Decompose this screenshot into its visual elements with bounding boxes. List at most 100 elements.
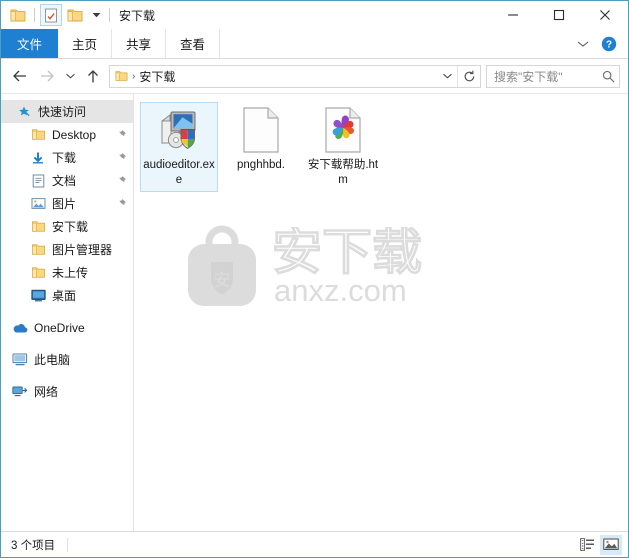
forward-button[interactable] [34,63,60,89]
search-icon [602,70,615,82]
window-title: 安下载 [119,8,156,23]
sidebar-item-documents[interactable]: 文档 [1,169,133,192]
sidebar-item-label: 桌面 [52,289,77,303]
pin-star-icon [15,105,33,119]
sidebar-item-quick-access[interactable]: 快速访问 [1,100,133,123]
details-view-icon[interactable] [576,535,598,555]
watermark-bag-icon: 安 [188,225,256,306]
tab-view[interactable]: 查看 [166,29,221,58]
sidebar-item-label: 文档 [52,174,77,188]
ribbon-tab-bar: 文件 主页 共享 查看 ? [1,29,628,59]
application-exe-icon [155,106,203,154]
title-divider [109,8,110,22]
blank-document-icon [237,106,285,154]
sidebar-item-desktop-en[interactable]: Desktop [1,123,133,146]
view-mode-buttons [576,534,622,555]
tab-file[interactable]: 文件 [1,29,59,58]
file-grid: audioeditor.exe pnghhbd. 安下载帮助.htm [134,94,628,192]
watermark-url-label: anxz.com [274,275,407,308]
item-count-label: 3 个项目 [11,539,56,552]
quick-access-toolbar [7,4,113,26]
breadcrumb-item-current[interactable]: 安下载 [139,68,175,85]
status-bar: 3 个项目 [1,531,628,557]
minimize-button[interactable] [490,1,536,29]
folder-icon [29,220,47,233]
sidebar-item-downloads[interactable]: 下载 [1,146,133,169]
sidebar-item-not-uploaded[interactable]: 未上传 [1,261,133,284]
file-item-help-htm[interactable]: 安下载帮助.htm [304,102,382,192]
pin-icon[interactable] [116,129,127,140]
tab-share[interactable]: 共享 [112,29,167,58]
documents-icon [29,174,47,188]
sidebar-item-label: 此电脑 [34,353,71,367]
file-item-audioeditor[interactable]: audioeditor.exe [140,102,218,192]
close-button[interactable] [582,1,628,29]
chevron-down-icon[interactable] [572,33,594,55]
sidebar-item-label: 下载 [52,151,77,165]
navigation-pane: 快速访问 Desktop 下载 文档 图片 安下载 图片管理器 未上传 桌面 O… [1,94,134,531]
back-button[interactable] [7,63,33,89]
ribbon-right-controls: ? [572,29,628,58]
pin-icon[interactable] [116,175,127,186]
html-document-icon [319,106,367,154]
sidebar-item-pictures[interactable]: 图片 [1,192,133,215]
breadcrumb-folder-icon [115,71,128,81]
folder-icon [29,243,47,256]
sidebar-item-desktop-cn[interactable]: 桌面 [1,284,133,307]
file-explorer-window: 安下载 文件 主页 共享 查看 ? › 安下载 搜索"安下载" 快速访问 Des… [0,0,629,558]
sidebar-group-spacer [1,307,133,316]
watermark-url-text: anxz.com [274,275,407,308]
sidebar-item-label: Desktop [52,127,97,142]
large-icons-view-icon[interactable] [600,534,622,555]
new-folder-icon[interactable] [64,4,86,26]
watermark-brand-label: 安下载 [272,227,422,280]
title-bar: 安下载 [1,1,628,29]
maximize-button[interactable] [536,1,582,29]
sidebar-item-label: OneDrive [34,320,85,335]
sidebar-item-label: 图片 [52,197,77,211]
sidebar-item-onedrive[interactable]: OneDrive [1,316,133,339]
folder-icon [29,266,47,279]
desktop-icon [29,289,47,302]
recent-locations-icon[interactable] [61,63,79,89]
address-input[interactable]: › 安下载 [109,64,481,88]
onedrive-icon [11,322,29,334]
sidebar-item-label: 快速访问 [38,105,87,119]
network-icon [11,385,29,398]
this-pc-icon [11,353,29,366]
watermark-brand-text: 安下载 [272,227,423,281]
folder-icon[interactable] [7,4,29,26]
pin-icon[interactable] [116,198,127,209]
breadcrumb[interactable]: › 安下载 [110,68,438,85]
pin-icon[interactable] [116,152,127,163]
sidebar-item-label: 图片管理器 [52,243,113,257]
sidebar-item-label: 未上传 [52,266,89,280]
search-input[interactable]: 搜索"安下载" [494,68,602,85]
up-button[interactable] [80,63,106,89]
address-bar: › 安下载 搜索"安下载" [1,59,628,93]
quick-access-dropdown-icon[interactable] [88,4,104,26]
status-divider [67,537,69,552]
watermark-logo: 安 安下载 anxz.com [178,222,472,314]
address-dropdown-icon[interactable] [438,65,458,87]
file-list-pane[interactable]: 安 安下载 anxz.com audioeditor.exe pnghhbd. … [134,94,628,531]
svg-text:?: ? [606,39,612,50]
sidebar-item-label: 安下载 [52,220,89,234]
download-icon [29,151,47,165]
sidebar-item-picture-manager[interactable]: 图片管理器 [1,238,133,261]
refresh-icon[interactable] [458,66,480,87]
window-controls [490,1,628,29]
search-box[interactable]: 搜索"安下载" [486,64,620,88]
help-icon[interactable]: ? [598,33,620,55]
sidebar-item-label: 网络 [34,385,59,399]
toolbar-divider [34,8,35,22]
sidebar-item-this-pc[interactable]: 此电脑 [1,348,133,371]
svg-text:安: 安 [214,271,231,290]
tab-home[interactable]: 主页 [58,29,113,58]
properties-icon[interactable] [40,4,62,26]
folder-icon [29,128,47,141]
file-item-pnghhbd[interactable]: pnghhbd. [222,102,300,192]
sidebar-item-anxiazai[interactable]: 安下载 [1,215,133,238]
sidebar-item-network[interactable]: 网络 [1,380,133,403]
explorer-body: 快速访问 Desktop 下载 文档 图片 安下载 图片管理器 未上传 桌面 O… [1,93,628,531]
